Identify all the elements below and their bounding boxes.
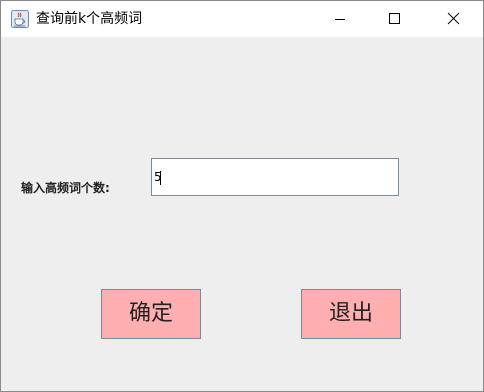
text-caret	[160, 171, 161, 185]
app-window: 查询前k个高频词 输入高频词个数: 确定 退出	[0, 0, 484, 392]
java-cup-icon	[11, 10, 29, 28]
minimize-icon	[335, 19, 345, 20]
minimize-button[interactable]	[317, 1, 363, 37]
confirm-button[interactable]: 确定	[101, 289, 201, 339]
maximize-button[interactable]	[371, 1, 417, 37]
content-panel: 输入高频词个数: 确定 退出	[1, 37, 483, 391]
title-bar[interactable]: 查询前k个高频词	[1, 1, 483, 37]
maximize-icon	[389, 13, 400, 24]
exit-button[interactable]: 退出	[301, 289, 401, 339]
count-field-label: 输入高频词个数:	[21, 181, 110, 195]
window-title: 查询前k个高频词	[36, 11, 143, 27]
close-button[interactable]	[431, 1, 477, 37]
close-icon	[447, 12, 460, 25]
count-input[interactable]	[151, 158, 399, 196]
